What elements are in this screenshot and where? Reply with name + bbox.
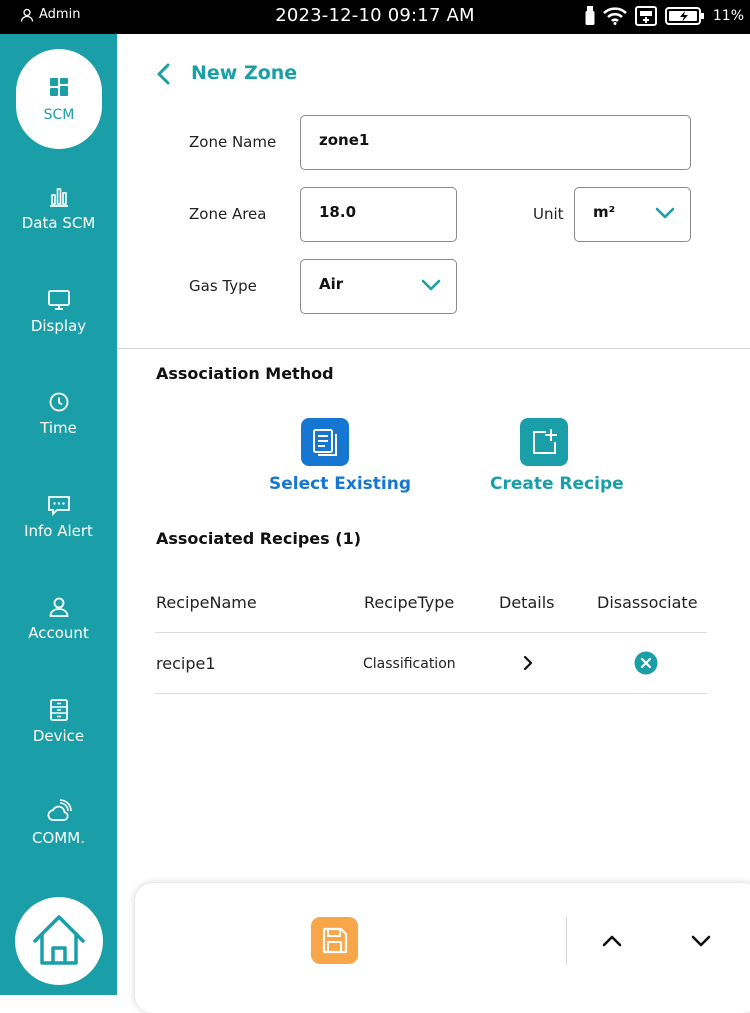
chevron-down-icon <box>655 207 675 219</box>
sidebar-item-device[interactable]: Device <box>0 697 117 777</box>
monitor-icon <box>48 290 70 310</box>
bottom-bar-divider <box>566 917 567 965</box>
close-circle-icon[interactable] <box>634 651 658 675</box>
bottom-action-bar <box>135 883 750 1013</box>
chevron-up-icon[interactable] <box>599 928 625 954</box>
device-icon <box>50 699 68 721</box>
document-list-icon <box>313 429 337 456</box>
select-existing-button[interactable] <box>301 418 349 466</box>
sidebar-item-label: COMM. <box>32 829 85 847</box>
sidebar: SCM Data SCM Display Time Info Alert Acc… <box>0 34 117 995</box>
create-recipe-label[interactable]: Create Recipe <box>490 474 624 494</box>
page-title: New Zone <box>191 62 298 84</box>
signal-cloud-icon <box>47 799 72 821</box>
unit-select[interactable]: m² <box>574 187 691 242</box>
zone-name-label: Zone Name <box>189 133 277 151</box>
clock-icon <box>49 392 69 412</box>
sidebar-item-label: Data SCM <box>21 214 96 232</box>
unit-value: m² <box>593 203 616 221</box>
bar-chart-icon <box>50 188 68 207</box>
sidebar-item-label: Time <box>40 419 77 437</box>
column-header-disassociate: Disassociate <box>597 593 698 612</box>
sidebar-item-scm[interactable]: SCM <box>16 49 102 149</box>
column-header-details: Details <box>499 593 555 612</box>
zone-area-value: 18.0 <box>319 203 357 221</box>
screen-share-icon <box>634 6 657 26</box>
create-recipe-button[interactable] <box>520 418 568 466</box>
battery-level: 11% <box>712 8 744 24</box>
zone-name-input[interactable]: zone1 <box>300 115 691 170</box>
wifi-icon <box>602 7 627 25</box>
zone-area-input[interactable]: 18.0 <box>300 187 457 242</box>
recipe-name-cell: recipe1 <box>156 654 216 673</box>
save-button[interactable] <box>311 917 358 964</box>
column-header-recipe-name: RecipeName <box>156 593 257 612</box>
sidebar-item-data-scm[interactable]: Data SCM <box>0 184 117 264</box>
sidebar-item-info-alert[interactable]: Info Alert <box>0 492 117 572</box>
sidebar-item-display[interactable]: Display <box>0 287 117 367</box>
add-document-icon <box>533 429 557 454</box>
gas-type-label: Gas Type <box>189 277 257 295</box>
recipe-type-cell: Classification <box>363 656 456 672</box>
zone-area-label: Zone Area <box>189 205 267 223</box>
status-bar: Admin 2023-12-10 09:17 AM 11% <box>0 0 750 34</box>
zone-name-value: zone1 <box>319 131 370 149</box>
user-icon <box>49 597 69 617</box>
column-header-recipe-type: RecipeType <box>364 593 455 612</box>
table-row-divider <box>155 693 707 694</box>
table-header-divider <box>155 632 707 633</box>
grid-icon <box>50 78 68 96</box>
sidebar-item-account[interactable]: Account <box>0 594 117 674</box>
select-existing-label[interactable]: Select Existing <box>269 474 411 494</box>
home-icon <box>33 915 85 965</box>
back-arrow-icon[interactable] <box>152 62 176 86</box>
section-divider <box>117 348 750 349</box>
sidebar-item-label: Account <box>28 624 89 642</box>
chevron-down-icon <box>421 279 441 291</box>
gas-type-select[interactable]: Air <box>300 259 457 314</box>
sidebar-item-label: Device <box>32 727 85 745</box>
message-icon <box>48 496 70 517</box>
battery-charging-icon <box>664 7 704 25</box>
sidebar-item-label: Info Alert <box>24 522 93 540</box>
sidebar-item-label: Display <box>30 317 87 335</box>
sidebar-item-label: SCM <box>43 107 75 123</box>
chevron-down-icon[interactable] <box>688 928 714 954</box>
sidebar-item-comm[interactable]: COMM. <box>0 799 117 879</box>
home-button[interactable] <box>15 897 103 985</box>
usb-icon <box>585 6 595 25</box>
sidebar-item-time[interactable]: Time <box>0 389 117 469</box>
gas-type-value: Air <box>319 275 344 293</box>
association-method-title: Association Method <box>156 364 334 383</box>
status-indicators: 11% <box>585 6 744 26</box>
save-icon <box>322 927 348 954</box>
unit-label: Unit <box>533 205 564 223</box>
chevron-right-icon[interactable] <box>520 654 536 672</box>
associated-recipes-title: Associated Recipes (1) <box>156 529 362 548</box>
